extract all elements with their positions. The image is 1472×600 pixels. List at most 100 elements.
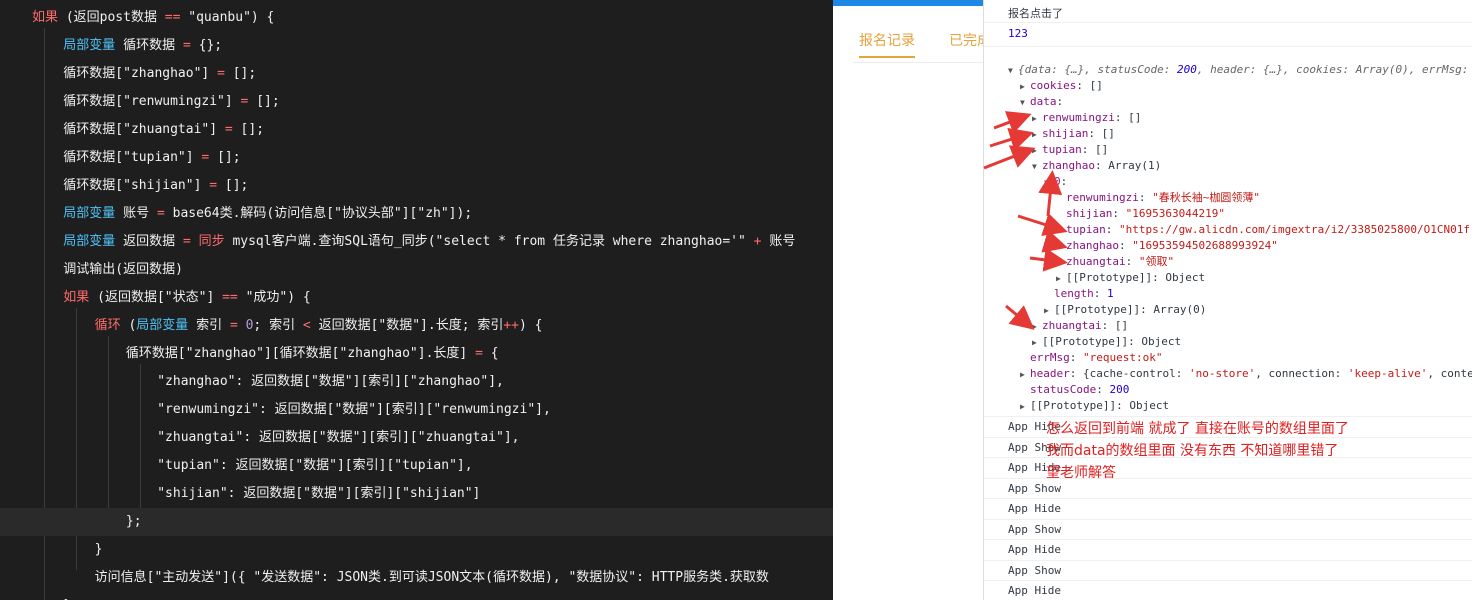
- expanded-triangle-icon[interactable]: ▼: [1032, 159, 1042, 175]
- code-token: };: [32, 514, 142, 529]
- code-line[interactable]: 循环数据["tupian"] = [];: [0, 144, 833, 172]
- code-token: {: [490, 346, 499, 361]
- code-line[interactable]: "shijian": 返回数据["数据"][索引]["shijian"]: [0, 480, 833, 508]
- collapsed-triangle-icon[interactable]: ▶: [1032, 111, 1042, 127]
- console-tree-line[interactable]: ▶ [[Prototype]]: Object: [1056, 270, 1205, 286]
- annotation-line-3: 望老师解答: [1046, 465, 1116, 481]
- tab-divider: [853, 62, 983, 63]
- console-tree-line: tupian: "https://gw.alicdn.com/imgextra/…: [1056, 222, 1470, 238]
- code-line[interactable]: 如果 (返回post数据 == "quanbu") {: [0, 4, 833, 32]
- code-token: 如果: [32, 10, 66, 25]
- code-editor[interactable]: 如果 (返回post数据 == "quanbu") { 局部变量 循环数据 = …: [0, 0, 833, 600]
- code-line[interactable]: 访问信息["主动发送"]({ "发送数据": JSON类.到可读JSON文本(循…: [0, 564, 833, 592]
- code-line[interactable]: "tupian": 返回数据["数据"][索引]["tupian"],: [0, 452, 833, 480]
- code-line[interactable]: 局部变量 循环数据 = {};: [0, 32, 833, 60]
- console-token: data: [1030, 95, 1057, 108]
- devtools-console[interactable]: 报名点击了 123 ▼ {data: {…}, statusCode: 200, …: [984, 0, 1472, 600]
- console-token: : []: [1076, 79, 1103, 92]
- console-tree-line[interactable]: ▼ zhanghao: Array(1): [1032, 158, 1161, 174]
- console-tree-line: errMsg: "request:ok": [1020, 350, 1162, 366]
- code-line[interactable]: }: [0, 536, 833, 564]
- console-token: [[Prototype]]: Object: [1030, 399, 1170, 412]
- code-line[interactable]: "zhuangtai": 返回数据["数据"][索引]["zhuangtai"]…: [0, 424, 833, 452]
- console-token: :: [1093, 287, 1107, 300]
- console-app-line: App Hide: [984, 539, 1472, 559]
- console-token: :: [1118, 239, 1133, 252]
- code-line[interactable]: };: [0, 508, 833, 536]
- collapsed-triangle-icon[interactable]: ▶: [1032, 319, 1042, 335]
- console-tree-line[interactable]: ▶ [[Prototype]]: Object: [1020, 398, 1169, 414]
- code-token: 循环数据["tupian"]: [32, 150, 202, 165]
- code-line[interactable]: 循环数据["zhuangtai"] = [];: [0, 116, 833, 144]
- console-tree-line[interactable]: ▶ shijian: []: [1032, 126, 1115, 142]
- code-line[interactable]: 局部变量 账号 = base64类.解码(访问信息["协议头部"]["zh"])…: [0, 200, 833, 228]
- code-line[interactable]: 如果 (返回数据["状态"] == "成功") {: [0, 284, 833, 312]
- console-tree-line[interactable]: ▶ cookies: []: [1020, 78, 1103, 94]
- console-token: 200: [1109, 383, 1130, 396]
- code-line[interactable]: 调试输出(返回数据): [0, 256, 833, 284]
- console-tree-line[interactable]: ▶ [[Prototype]]: Object: [1032, 334, 1181, 350]
- console-token: [[Prototype]]: Object: [1042, 335, 1182, 348]
- expanded-triangle-icon[interactable]: ▼: [1008, 63, 1018, 79]
- console-token: :: [1105, 223, 1119, 236]
- tab-completed[interactable]: 已完成: [949, 30, 983, 50]
- console-token: "领取": [1138, 255, 1175, 268]
- console-tree-line[interactable]: ▶ [[Prototype]]: Array(0): [1044, 302, 1206, 318]
- code-token: =: [224, 122, 241, 137]
- preview-top-bar: [833, 0, 983, 6]
- collapsed-triangle-icon[interactable]: ▶: [1044, 303, 1054, 319]
- collapsed-triangle-icon[interactable]: ▶: [1032, 143, 1042, 159]
- code-line[interactable]: 循环数据["renwumingzi"] = [];: [0, 88, 833, 116]
- code-token: 返回数据["数据"].长度; 索引: [318, 318, 504, 333]
- console-tree-line[interactable]: ▶ tupian: []: [1032, 142, 1108, 158]
- collapsed-triangle-icon[interactable]: ▶: [1020, 367, 1030, 383]
- console-token: "request:ok": [1083, 351, 1163, 364]
- collapsed-triangle-icon[interactable]: ▶: [1032, 127, 1042, 143]
- console-token: : []: [1101, 319, 1129, 332]
- code-line[interactable]: 循环数据["zhanghao"] = [];: [0, 60, 833, 88]
- console-token: 200: [1176, 63, 1197, 76]
- collapsed-triangle-icon[interactable]: ▶: [1056, 271, 1066, 287]
- code-line[interactable]: 循环数据["zhanghao"][循环数据["zhanghao"].长度] = …: [0, 340, 833, 368]
- console-token: zhanghao: [1066, 239, 1119, 252]
- expanded-triangle-icon[interactable]: ▼: [1044, 175, 1054, 191]
- console-token: {data: {…}, statusCode:: [1018, 63, 1177, 76]
- console-token: tupian: [1042, 143, 1082, 156]
- app-preview-panel: 报名记录 已完成: [833, 0, 984, 600]
- code-token: =: [229, 318, 246, 333]
- collapsed-triangle-icon[interactable]: ▶: [1020, 79, 1030, 95]
- code-line[interactable]: "zhanghao": 返回数据["数据"][索引]["zhanghao"],: [0, 368, 833, 396]
- code-token: 账号: [769, 234, 796, 249]
- console-tree-line: length: 1: [1044, 286, 1114, 302]
- tab-signup-records[interactable]: 报名记录: [859, 30, 915, 58]
- annotation-line-2: 我而data的数组里面 没有东西 不知道哪里错了: [1046, 443, 1339, 459]
- code-line[interactable]: 局部变量 返回数据 = 同步 mysql客户端.查询SQL语句_同步("sele…: [0, 228, 833, 256]
- code-token: "tupian": 返回数据["数据"][索引]["tupian"],: [32, 458, 473, 473]
- console-token: tupian: [1066, 223, 1106, 236]
- code-token: 循环: [32, 318, 129, 333]
- expanded-triangle-icon[interactable]: ▼: [1020, 95, 1030, 111]
- code-line[interactable]: "renwumingzi": 返回数据["数据"][索引]["renwuming…: [0, 396, 833, 424]
- console-token: shijian: [1066, 207, 1113, 220]
- collapsed-triangle-icon[interactable]: ▶: [1032, 335, 1042, 351]
- console-token: : []: [1088, 127, 1115, 140]
- console-token: zhuangtai: [1066, 255, 1126, 268]
- code-token: ==: [222, 290, 246, 305]
- console-tree-line[interactable]: ▶ header: {cache-control: 'no-store', con…: [1020, 366, 1472, 382]
- console-tree-line[interactable]: ▼ {data: {…}, statusCode: 200, header: {……: [1008, 62, 1468, 78]
- code-line[interactable]: }: [0, 592, 833, 600]
- code-line[interactable]: 循环 (局部变量 索引 = 0; 索引 < 返回数据["数据"].长度; 索引+…: [0, 312, 833, 340]
- code-line[interactable]: 循环数据["shijian"] = [];: [0, 172, 833, 200]
- console-tree-line[interactable]: ▶ renwumingzi: []: [1032, 110, 1141, 126]
- code-token: =: [217, 66, 233, 81]
- console-tree-line[interactable]: ▼ data:: [1020, 94, 1063, 110]
- console-tree-line[interactable]: ▶ zhuangtai: []: [1032, 318, 1128, 334]
- code-token: ; 索引: [253, 318, 303, 333]
- console-tree-line[interactable]: ▼ 0:: [1044, 174, 1067, 190]
- console-app-line: App Show: [984, 559, 1472, 580]
- collapsed-triangle-icon[interactable]: ▶: [1020, 399, 1030, 415]
- code-token: 局部变量: [32, 234, 124, 249]
- console-token: "https://gw.alicdn.com/imgextra/i2/33850…: [1119, 223, 1470, 236]
- console-token: 0: [1054, 175, 1061, 188]
- code-token: [];: [256, 94, 280, 109]
